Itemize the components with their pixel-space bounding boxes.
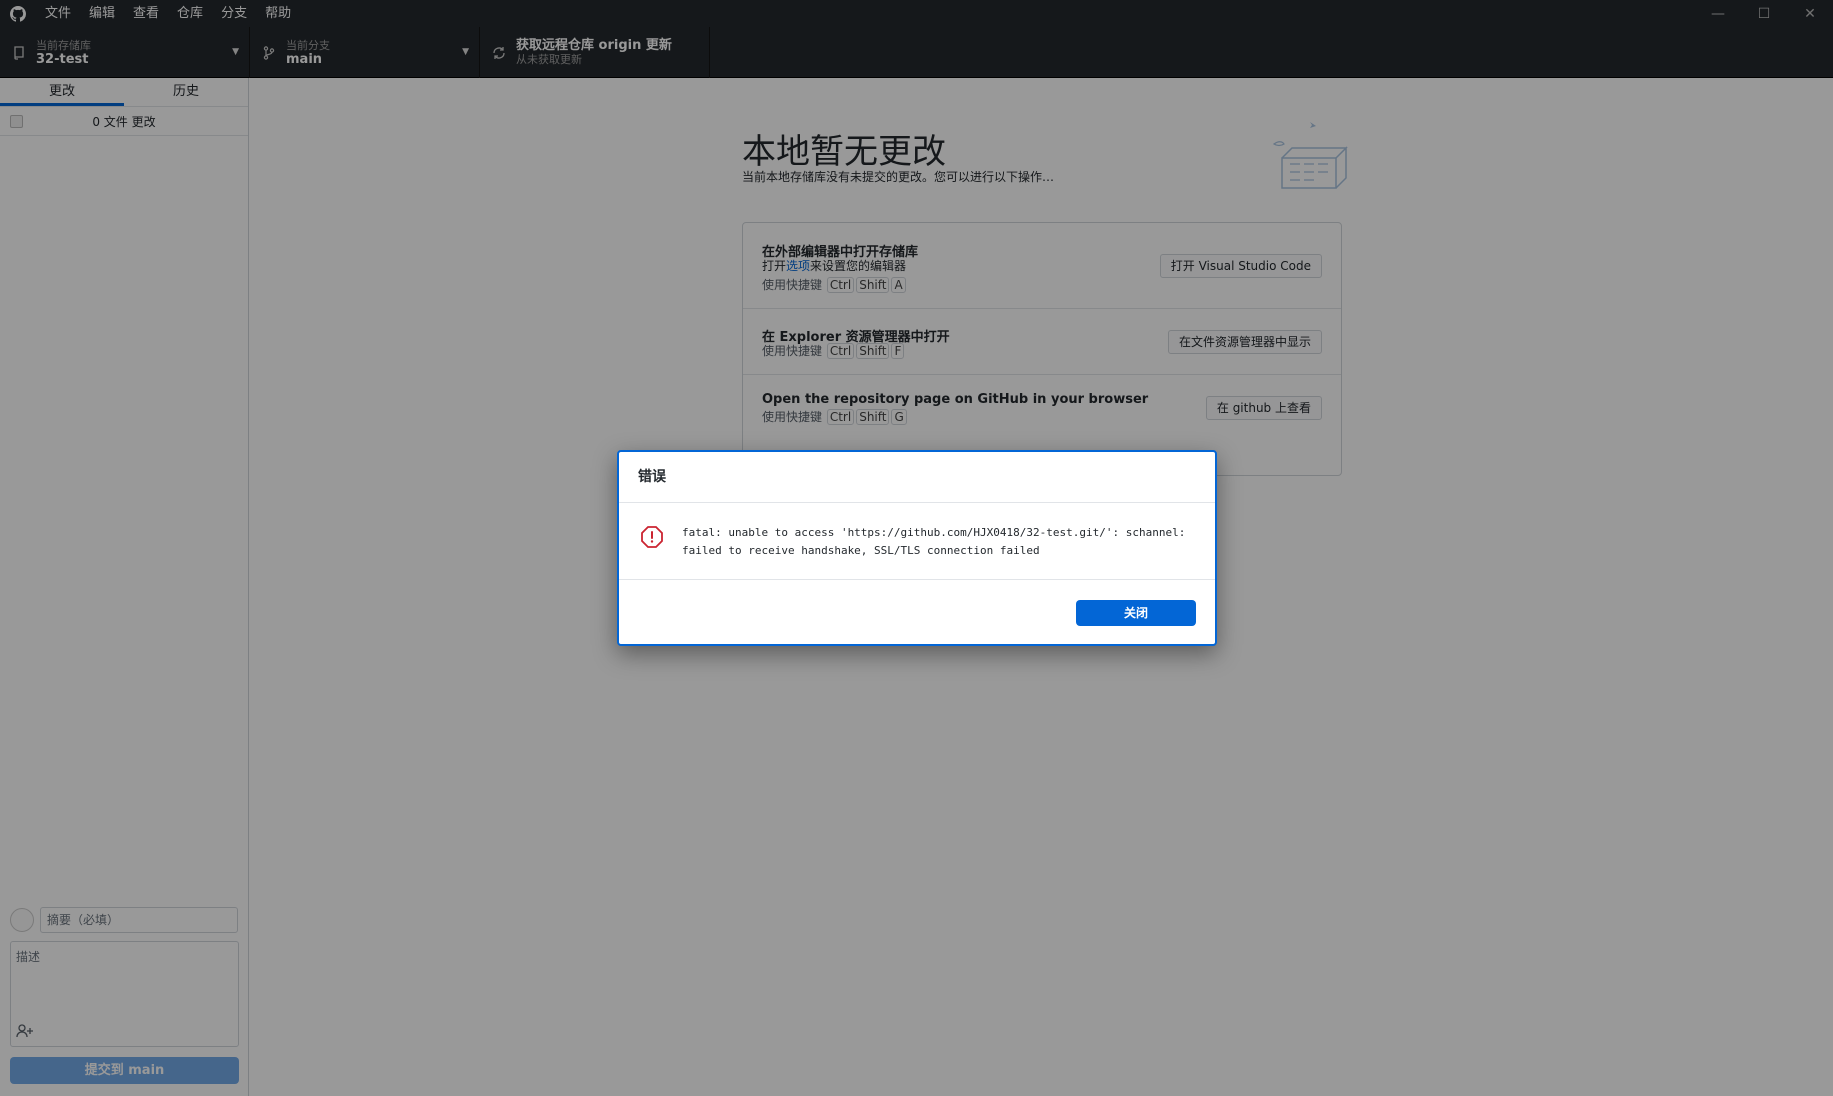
alert-octagon-icon [640,525,664,549]
dialog-title: 错误 [619,452,1215,503]
error-message-line: failed to receive handshake, SSL/TLS con… [682,544,1040,557]
error-message-line: fatal: unable to access 'https://github.… [682,526,1186,539]
error-dialog: 错误 fatal: unable to access 'https://gith… [617,450,1217,646]
close-button[interactable]: 关闭 [1076,600,1196,626]
error-message: fatal: unable to access 'https://github.… [682,524,1202,560]
dialog-body: fatal: unable to access 'https://github.… [619,503,1215,580]
dialog-footer: 关闭 [619,580,1215,644]
